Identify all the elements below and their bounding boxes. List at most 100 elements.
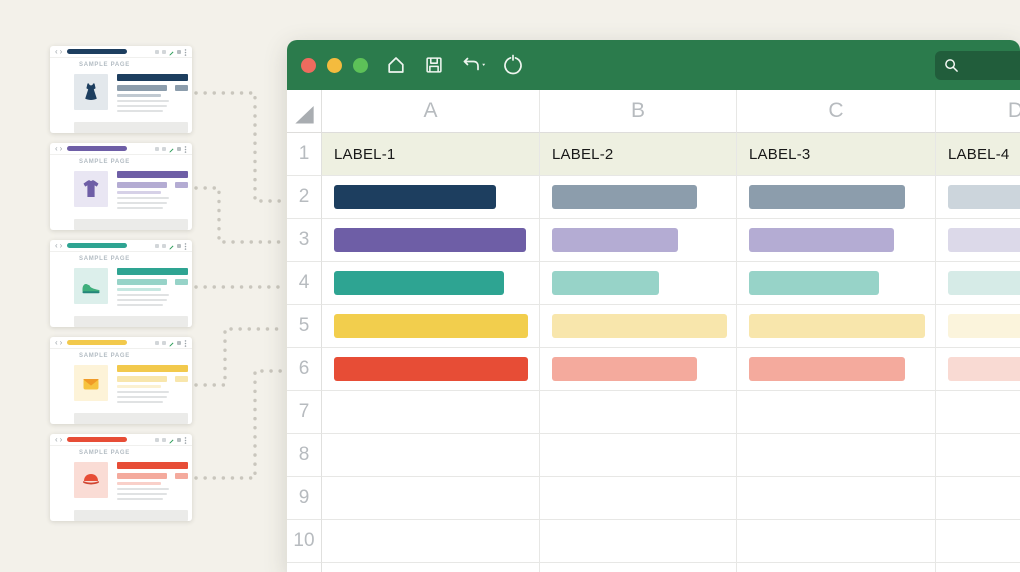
column-header-B[interactable]: B (540, 90, 737, 133)
table-row: 7 (287, 391, 1020, 434)
cell-D7[interactable] (936, 391, 1020, 434)
cell-C3[interactable] (737, 219, 936, 262)
home-icon[interactable] (384, 53, 408, 77)
text-line (117, 294, 169, 296)
save-icon[interactable] (423, 54, 445, 76)
cell-bar (948, 314, 1020, 338)
column-header-A[interactable]: A (322, 90, 540, 133)
cell-A11[interactable] (322, 563, 540, 572)
cell-A3[interactable] (322, 219, 540, 262)
table-row: 4 (287, 262, 1020, 305)
cell-D9[interactable] (936, 477, 1020, 520)
row-header-8[interactable]: 8 (287, 434, 322, 477)
row-header-5[interactable]: 5 (287, 305, 322, 348)
table-row: 5 (287, 305, 1020, 348)
cell-A2[interactable] (322, 176, 540, 219)
cell-B4[interactable] (540, 262, 737, 305)
cell-B1[interactable]: LABEL-2 (540, 133, 737, 176)
cell-A6[interactable] (322, 348, 540, 391)
cell-A7[interactable] (322, 391, 540, 434)
cell-D3[interactable] (936, 219, 1020, 262)
cell-B6[interactable] (540, 348, 737, 391)
sample-page-label: SAMPLE PAGE (79, 353, 130, 359)
cell-A4[interactable] (322, 262, 540, 305)
select-all-corner[interactable] (287, 90, 322, 133)
bookmark-icon (155, 438, 159, 442)
cell-D5[interactable] (936, 305, 1020, 348)
cell-D1[interactable]: LABEL-4 (936, 133, 1020, 176)
column-header-D[interactable]: D (936, 90, 1020, 133)
cell-bar (749, 185, 905, 209)
cell-B10[interactable] (540, 520, 737, 563)
row-header-7[interactable]: 7 (287, 391, 322, 434)
cell-B7[interactable] (540, 391, 737, 434)
table-row: 10 (287, 520, 1020, 563)
table-row (287, 563, 1020, 572)
cell-D4[interactable] (936, 262, 1020, 305)
row-header-4[interactable]: 4 (287, 262, 322, 305)
share-icon (177, 244, 181, 248)
edit-icon (169, 334, 174, 352)
cell-A1[interactable]: LABEL-1 (322, 133, 540, 176)
cell-D10[interactable] (936, 520, 1020, 563)
thumbnail-browser-chrome: ‹› (50, 143, 192, 155)
menu-dots-icon (184, 334, 187, 352)
url-bar (67, 243, 127, 248)
cell-C5[interactable] (737, 305, 936, 348)
subtitle-row (117, 182, 188, 188)
cell-C6[interactable] (737, 348, 936, 391)
row-header-1[interactable]: 1 (287, 133, 322, 176)
cell-D8[interactable] (936, 434, 1020, 477)
cell-B9[interactable] (540, 477, 737, 520)
edit-icon (169, 140, 174, 158)
subtitle-chip (175, 473, 188, 479)
cell-A9[interactable] (322, 477, 540, 520)
zoom-button[interactable] (353, 58, 368, 73)
text-line (117, 482, 161, 485)
redo-icon[interactable] (501, 53, 525, 77)
cell-bar (749, 357, 905, 381)
cell-A10[interactable] (322, 520, 540, 563)
cell-bar (334, 185, 496, 209)
bookmark-icon (155, 147, 159, 151)
row-header[interactable] (287, 563, 322, 572)
cell-A8[interactable] (322, 434, 540, 477)
row-header-3[interactable]: 3 (287, 219, 322, 262)
cell-D2[interactable] (936, 176, 1020, 219)
footer-block (74, 510, 188, 521)
row-header-9[interactable]: 9 (287, 477, 322, 520)
minimize-button[interactable] (327, 58, 342, 73)
close-button[interactable] (301, 58, 316, 73)
cell-C7[interactable] (737, 391, 936, 434)
cell-C2[interactable] (737, 176, 936, 219)
chrome-icons (155, 334, 187, 352)
edit-icon (169, 237, 174, 255)
tshirt-icon (79, 177, 103, 201)
extension-icon (162, 147, 166, 151)
cell-D6[interactable] (936, 348, 1020, 391)
url-bar (67, 437, 127, 442)
cell-D11[interactable] (936, 563, 1020, 572)
cell-B5[interactable] (540, 305, 737, 348)
row-header-6[interactable]: 6 (287, 348, 322, 391)
cell-B8[interactable] (540, 434, 737, 477)
title-bar-block (117, 171, 188, 178)
cell-B11[interactable] (540, 563, 737, 572)
undo-icon[interactable] (460, 53, 486, 77)
cell-B3[interactable] (540, 219, 737, 262)
page-background: ‹›SAMPLE PAGE‹›SAMPLE PAGE‹›SAMPLE PAGE‹… (0, 0, 1020, 572)
subtitle-block (117, 473, 167, 479)
cell-C10[interactable] (737, 520, 936, 563)
row-header-10[interactable]: 10 (287, 520, 322, 563)
column-header-C[interactable]: C (737, 90, 936, 133)
cell-A5[interactable] (322, 305, 540, 348)
cell-C1[interactable]: LABEL-3 (737, 133, 936, 176)
cell-C8[interactable] (737, 434, 936, 477)
row-header-2[interactable]: 2 (287, 176, 322, 219)
cell-C4[interactable] (737, 262, 936, 305)
cell-C11[interactable] (737, 563, 936, 572)
search-input[interactable] (935, 51, 1020, 80)
cell-B2[interactable] (540, 176, 737, 219)
cell-C9[interactable] (737, 477, 936, 520)
title-bar-block (117, 365, 188, 372)
